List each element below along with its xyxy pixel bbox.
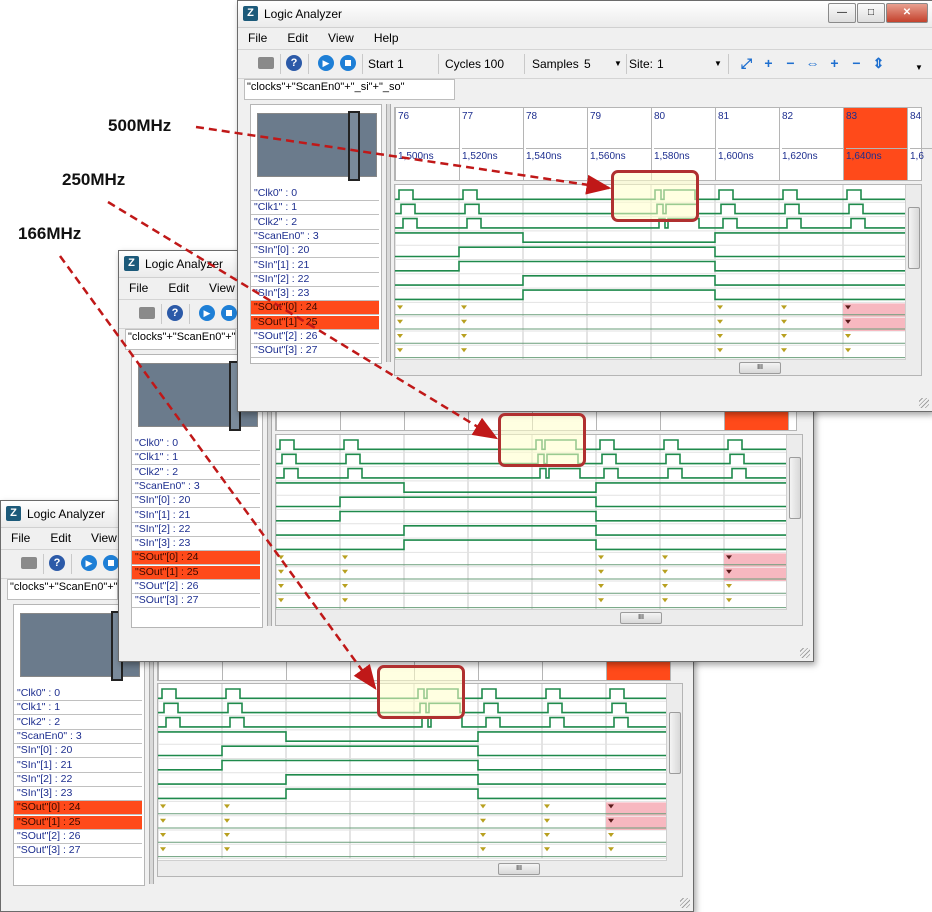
callout-arrows <box>58 125 612 691</box>
arrow-166mhz <box>58 255 377 691</box>
arrow-500mhz <box>195 125 612 195</box>
arrow-250mhz <box>107 200 499 440</box>
